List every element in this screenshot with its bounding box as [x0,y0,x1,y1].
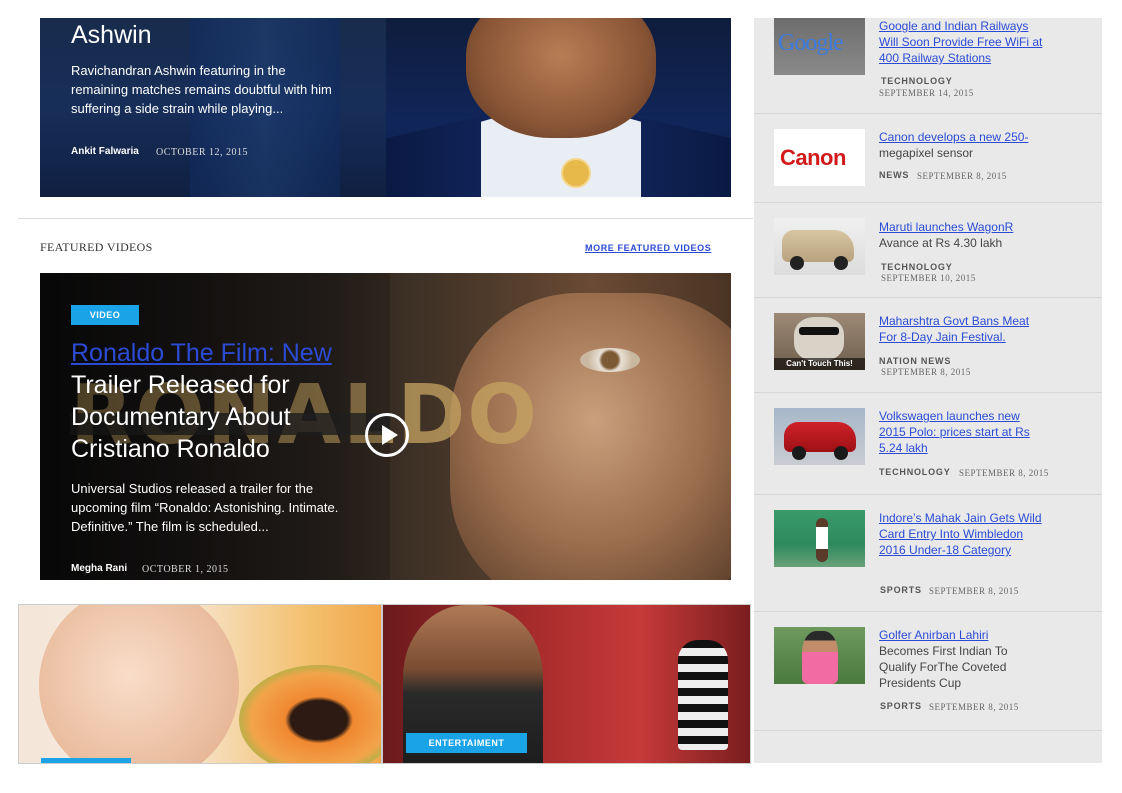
category-label[interactable]: SPORTS [880,701,922,711]
video-title-link[interactable]: Ronaldo The Film: New [71,337,371,369]
sidebar-item-mahak-jain[interactable]: Indore’s Mahak Jain Gets Wild Card Entry… [754,495,1102,612]
hero-author[interactable]: Ankit Falwaria [71,146,139,157]
hero-description: Ravichandran Ashwin featuring in the rem… [71,63,332,116]
featured-videos-heading: FEATURED VIDEOS [40,240,153,254]
section-divider [18,218,753,219]
google-logo: Google [778,30,844,56]
canon-logo: Canon [780,145,846,170]
hero-date: OCTOBER 12, 2015 [156,147,248,158]
category-label[interactable]: NATION NEWS [879,356,951,366]
category-label[interactable]: TECHNOLOGY [879,467,951,477]
date-label: SEPTEMBER 8, 2015 [929,586,1019,596]
sidebar-item-link[interactable]: Maharshtra Govt Bans Meat For 8-Day Jain… [879,313,1049,345]
lifestyle-card[interactable] [18,604,382,764]
category-tag[interactable] [41,758,131,763]
tennis-thumbnail[interactable] [774,510,865,567]
video-author[interactable]: Megha Rani [71,563,127,574]
video-description: Universal Studios released a trailer for… [71,481,339,534]
sidebar-item-text: megapixel sensor [879,146,974,160]
car-thumbnail[interactable] [774,218,865,275]
sidebar-item-google[interactable]: Google Google and Indian Railways Will S… [754,18,1102,114]
sidebar-item-maruti[interactable]: Maruti launches WagonR Avance at Rs 4.30… [754,203,1102,298]
sidebar-item-maharashtra[interactable]: Can't Touch This! Maharshtra Govt Bans M… [754,298,1102,393]
cow-thumbnail[interactable]: Can't Touch This! [774,313,865,370]
golf-thumbnail[interactable] [774,627,865,684]
sidebar-item-link[interactable]: Indore’s Mahak Jain Gets Wild Card Entry… [879,510,1049,558]
category-label[interactable]: TECHNOLOGY [881,262,953,272]
sidebar-item-volkswagen[interactable]: Volkswagen launches new 2015 Polo: price… [754,393,1102,495]
date-label: SEPTEMBER 10, 2015 [881,273,976,283]
hero-article-card[interactable]: Ashwin Ravichandran Ashwin featuring in … [40,18,731,197]
date-label: SEPTEMBER 8, 2015 [917,171,1007,181]
video-date: OCTOBER 1, 2015 [142,564,229,575]
sidebar-item-link[interactable]: Google and Indian Railways Will Soon Pro… [879,18,1049,66]
play-icon[interactable] [365,413,409,457]
car-thumbnail[interactable] [774,408,865,465]
sidebar-item-link[interactable]: Golfer Anirban Lahiri [879,627,1049,643]
date-label: SEPTEMBER 8, 2015 [881,367,971,377]
bcci-badge-icon [561,158,591,188]
sidebar-item-golfer[interactable]: Golfer Anirban Lahiri Becomes First Indi… [754,612,1102,731]
category-label[interactable]: NEWS [879,170,909,180]
sidebar-item-text: Becomes First Indian To Qualify ForThe C… [879,644,1008,690]
sidebar-item-canon[interactable]: Canon Canon develops a new 250- megapixe… [754,114,1102,203]
video-tag[interactable]: VIDEO [71,305,139,325]
more-featured-videos-link[interactable]: MORE FEATURED VIDEOS [585,243,711,253]
canon-thumbnail[interactable]: Canon [774,129,865,186]
sidebar-item-link[interactable]: Maruti launches WagonR [879,219,1049,235]
category-label[interactable]: TECHNOLOGY [881,76,953,86]
video-title-rest[interactable]: Trailer Released for Documentary About C… [71,369,351,465]
sidebar: Google Google and Indian Railways Will S… [754,18,1102,763]
bottom-cards: ENTERTAIMENT [18,604,751,764]
sidebar-item-link[interactable]: Canon develops a new 250- [879,129,1049,145]
entertainment-card[interactable]: ENTERTAIMENT [382,604,751,764]
hero-title[interactable]: Ashwin [71,20,152,50]
thumbnail-caption: Can't Touch This! [774,358,865,370]
sidebar-item-text: Avance at Rs 4.30 lakh [879,236,1003,250]
date-label: SEPTEMBER 14, 2015 [879,88,974,98]
featured-video-card[interactable]: RONALDO VIDEO Ronaldo The Film: New Trai… [40,273,731,580]
hero-image-right [386,18,731,197]
entertainment-tag[interactable]: ENTERTAIMENT [406,733,527,753]
page: Ashwin Ravichandran Ashwin featuring in … [0,0,1122,793]
google-thumbnail[interactable]: Google [774,18,865,75]
date-label: SEPTEMBER 8, 2015 [929,702,1019,712]
date-label: SEPTEMBER 8, 2015 [959,468,1049,478]
sidebar-item-link[interactable]: Volkswagen launches new 2015 Polo: price… [879,408,1049,456]
category-label[interactable]: SPORTS [880,585,922,595]
